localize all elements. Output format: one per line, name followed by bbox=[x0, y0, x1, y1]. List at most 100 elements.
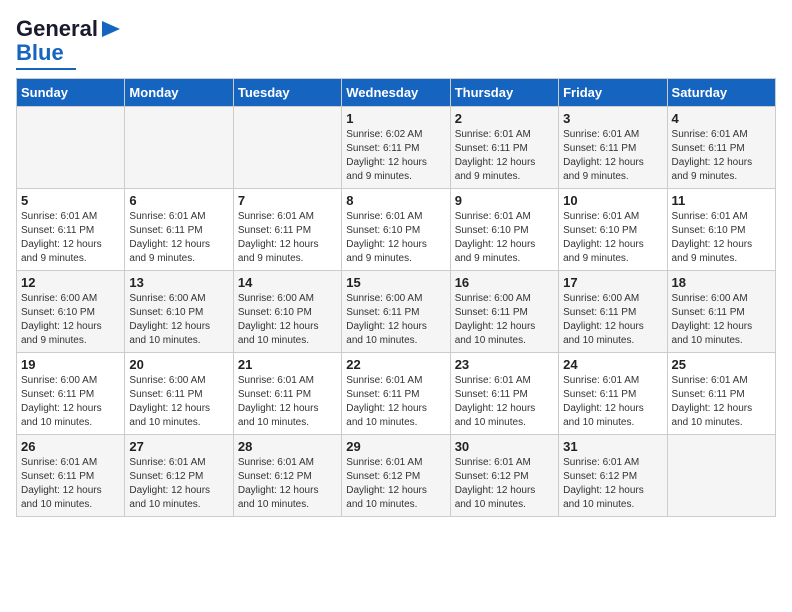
day-number: 17 bbox=[563, 275, 662, 290]
day-number: 20 bbox=[129, 357, 228, 372]
calendar-cell: 12Sunrise: 6:00 AM Sunset: 6:10 PM Dayli… bbox=[17, 271, 125, 353]
logo: General Blue bbox=[16, 16, 122, 70]
day-sun-info: Sunrise: 6:01 AM Sunset: 6:12 PM Dayligh… bbox=[238, 456, 337, 512]
day-sun-info: Sunrise: 6:01 AM Sunset: 6:11 PM Dayligh… bbox=[672, 374, 771, 430]
calendar-cell: 9 Sunrise: 6:01 AM Sunset: 6:10 PM Daylig… bbox=[450, 189, 558, 271]
calendar-cell: 31 Sunrise: 6:01 AM Sunset: 6:12 PM Dayli… bbox=[559, 435, 667, 517]
calendar-cell: 22 Sunrise: 6:01 AM Sunset: 6:11 PM Dayli… bbox=[342, 353, 450, 435]
weekday-header-saturday: Saturday bbox=[667, 79, 775, 107]
day-number: 19 bbox=[21, 357, 120, 372]
day-number: 22 bbox=[346, 357, 445, 372]
calendar-week-row: 12Sunrise: 6:00 AM Sunset: 6:10 PM Dayli… bbox=[17, 271, 776, 353]
day-number: 6 bbox=[129, 193, 228, 208]
calendar-cell: 2 Sunrise: 6:01 AM Sunset: 6:11 PM Daylig… bbox=[450, 107, 558, 189]
day-sun-info: Sunrise: 6:01 AM Sunset: 6:12 PM Dayligh… bbox=[455, 456, 554, 512]
day-sun-info: Sunrise: 6:01 AM Sunset: 6:11 PM Dayligh… bbox=[346, 374, 445, 430]
day-sun-info: Sunrise: 6:01 AM Sunset: 6:12 PM Dayligh… bbox=[129, 456, 228, 512]
calendar-cell bbox=[17, 107, 125, 189]
calendar-cell: 27 Sunrise: 6:01 AM Sunset: 6:12 PM Dayli… bbox=[125, 435, 233, 517]
weekday-header-thursday: Thursday bbox=[450, 79, 558, 107]
day-number: 31 bbox=[563, 439, 662, 454]
day-sun-info: Sunrise: 6:01 AM Sunset: 6:11 PM Dayligh… bbox=[455, 374, 554, 430]
calendar-cell: 4Sunrise: 6:01 AM Sunset: 6:11 PM Daylig… bbox=[667, 107, 775, 189]
calendar-cell: 23 Sunrise: 6:01 AM Sunset: 6:11 PM Dayli… bbox=[450, 353, 558, 435]
weekday-header-sunday: Sunday bbox=[17, 79, 125, 107]
logo-underline bbox=[16, 68, 76, 70]
day-number: 11 bbox=[672, 193, 771, 208]
calendar-cell: 25 Sunrise: 6:01 AM Sunset: 6:11 PM Dayli… bbox=[667, 353, 775, 435]
day-sun-info: Sunrise: 6:00 AM Sunset: 6:11 PM Dayligh… bbox=[672, 292, 771, 348]
day-number: 24 bbox=[563, 357, 662, 372]
day-sun-info: Sunrise: 6:01 AM Sunset: 6:11 PM Dayligh… bbox=[129, 210, 228, 266]
calendar-cell: 28 Sunrise: 6:01 AM Sunset: 6:12 PM Dayli… bbox=[233, 435, 341, 517]
day-number: 8 bbox=[346, 193, 445, 208]
weekday-header-tuesday: Tuesday bbox=[233, 79, 341, 107]
calendar-cell bbox=[125, 107, 233, 189]
day-number: 25 bbox=[672, 357, 771, 372]
calendar-week-row: 19 Sunrise: 6:00 AM Sunset: 6:11 PM Dayli… bbox=[17, 353, 776, 435]
calendar-cell: 3 Sunrise: 6:01 AM Sunset: 6:11 PM Daylig… bbox=[559, 107, 667, 189]
day-number: 2 bbox=[455, 111, 554, 126]
calendar-cell: 21Sunrise: 6:01 AM Sunset: 6:11 PM Dayli… bbox=[233, 353, 341, 435]
day-sun-info: Sunrise: 6:01 AM Sunset: 6:11 PM Dayligh… bbox=[21, 456, 120, 512]
calendar-cell: 11 Sunrise: 6:01 AM Sunset: 6:10 PM Dayli… bbox=[667, 189, 775, 271]
weekday-header-row: SundayMondayTuesdayWednesdayThursdayFrid… bbox=[17, 79, 776, 107]
day-sun-info: Sunrise: 6:01 AM Sunset: 6:11 PM Dayligh… bbox=[238, 374, 337, 430]
calendar-cell: 18 Sunrise: 6:00 AM Sunset: 6:11 PM Dayli… bbox=[667, 271, 775, 353]
calendar-cell: 26 Sunrise: 6:01 AM Sunset: 6:11 PM Dayli… bbox=[17, 435, 125, 517]
day-number: 3 bbox=[563, 111, 662, 126]
calendar-cell: 10 Sunrise: 6:01 AM Sunset: 6:10 PM Dayli… bbox=[559, 189, 667, 271]
calendar-cell: 7Sunrise: 6:01 AM Sunset: 6:11 PM Daylig… bbox=[233, 189, 341, 271]
weekday-header-wednesday: Wednesday bbox=[342, 79, 450, 107]
day-number: 26 bbox=[21, 439, 120, 454]
day-sun-info: Sunrise: 6:01 AM Sunset: 6:11 PM Dayligh… bbox=[455, 128, 554, 184]
calendar-table: SundayMondayTuesdayWednesdayThursdayFrid… bbox=[16, 78, 776, 517]
day-sun-info: Sunrise: 6:00 AM Sunset: 6:11 PM Dayligh… bbox=[563, 292, 662, 348]
day-sun-info: Sunrise: 6:01 AM Sunset: 6:11 PM Dayligh… bbox=[563, 128, 662, 184]
calendar-cell: 30Sunrise: 6:01 AM Sunset: 6:12 PM Dayli… bbox=[450, 435, 558, 517]
day-sun-info: Sunrise: 6:01 AM Sunset: 6:11 PM Dayligh… bbox=[563, 374, 662, 430]
day-number: 7 bbox=[238, 193, 337, 208]
day-number: 29 bbox=[346, 439, 445, 454]
day-number: 18 bbox=[672, 275, 771, 290]
calendar-cell: 20Sunrise: 6:00 AM Sunset: 6:11 PM Dayli… bbox=[125, 353, 233, 435]
logo-arrow-icon bbox=[100, 19, 122, 39]
calendar-cell: 5Sunrise: 6:01 AM Sunset: 6:11 PM Daylig… bbox=[17, 189, 125, 271]
calendar-week-row: 1Sunrise: 6:02 AM Sunset: 6:11 PM Daylig… bbox=[17, 107, 776, 189]
calendar-cell: 1Sunrise: 6:02 AM Sunset: 6:11 PM Daylig… bbox=[342, 107, 450, 189]
day-sun-info: Sunrise: 6:01 AM Sunset: 6:12 PM Dayligh… bbox=[563, 456, 662, 512]
day-sun-info: Sunrise: 6:01 AM Sunset: 6:10 PM Dayligh… bbox=[672, 210, 771, 266]
day-sun-info: Sunrise: 6:00 AM Sunset: 6:11 PM Dayligh… bbox=[455, 292, 554, 348]
page-header: General Blue bbox=[16, 16, 776, 70]
logo-blue: Blue bbox=[16, 40, 64, 66]
day-number: 27 bbox=[129, 439, 228, 454]
day-sun-info: Sunrise: 6:01 AM Sunset: 6:10 PM Dayligh… bbox=[455, 210, 554, 266]
day-number: 15 bbox=[346, 275, 445, 290]
day-sun-info: Sunrise: 6:00 AM Sunset: 6:11 PM Dayligh… bbox=[346, 292, 445, 348]
calendar-cell bbox=[667, 435, 775, 517]
weekday-header-monday: Monday bbox=[125, 79, 233, 107]
day-sun-info: Sunrise: 6:02 AM Sunset: 6:11 PM Dayligh… bbox=[346, 128, 445, 184]
calendar-week-row: 5 Sunrise: 6:01 AM Sunset: 6:11 PM Daylig… bbox=[17, 189, 776, 271]
day-number: 28 bbox=[238, 439, 337, 454]
calendar-cell: 13Sunrise: 6:00 AM Sunset: 6:10 PM Dayli… bbox=[125, 271, 233, 353]
day-number: 10 bbox=[563, 193, 662, 208]
calendar-cell: 6 Sunrise: 6:01 AM Sunset: 6:11 PM Daylig… bbox=[125, 189, 233, 271]
day-number: 5 bbox=[21, 193, 120, 208]
calendar-week-row: 26 Sunrise: 6:01 AM Sunset: 6:11 PM Dayli… bbox=[17, 435, 776, 517]
day-sun-info: Sunrise: 6:00 AM Sunset: 6:10 PM Dayligh… bbox=[238, 292, 337, 348]
weekday-header-friday: Friday bbox=[559, 79, 667, 107]
day-number: 23 bbox=[455, 357, 554, 372]
day-number: 16 bbox=[455, 275, 554, 290]
calendar-cell: 24 Sunrise: 6:01 AM Sunset: 6:11 PM Dayli… bbox=[559, 353, 667, 435]
calendar-cell: 15 Sunrise: 6:00 AM Sunset: 6:11 PM Dayli… bbox=[342, 271, 450, 353]
calendar-cell: 16 Sunrise: 6:00 AM Sunset: 6:11 PM Dayli… bbox=[450, 271, 558, 353]
day-sun-info: Sunrise: 6:00 AM Sunset: 6:11 PM Dayligh… bbox=[21, 374, 120, 430]
calendar-cell: 14Sunrise: 6:00 AM Sunset: 6:10 PM Dayli… bbox=[233, 271, 341, 353]
day-sun-info: Sunrise: 6:01 AM Sunset: 6:10 PM Dayligh… bbox=[563, 210, 662, 266]
calendar-cell: 8Sunrise: 6:01 AM Sunset: 6:10 PM Daylig… bbox=[342, 189, 450, 271]
day-number: 9 bbox=[455, 193, 554, 208]
day-number: 4 bbox=[672, 111, 771, 126]
day-sun-info: Sunrise: 6:01 AM Sunset: 6:12 PM Dayligh… bbox=[346, 456, 445, 512]
day-sun-info: Sunrise: 6:00 AM Sunset: 6:10 PM Dayligh… bbox=[21, 292, 120, 348]
